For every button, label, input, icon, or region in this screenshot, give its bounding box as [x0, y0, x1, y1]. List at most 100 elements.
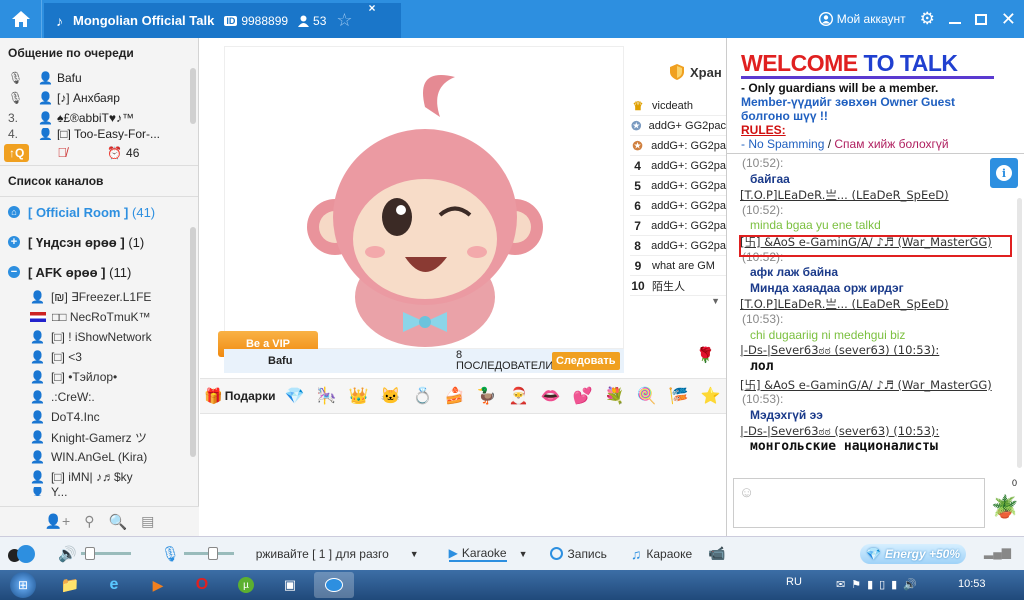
- dropdown-arrow-icon[interactable]: ▼: [410, 549, 419, 559]
- add-user-icon[interactable]: 👤+: [45, 513, 71, 530]
- channel-user[interactable]: 👤 Knight-Gamerz ツ: [0, 427, 198, 447]
- speaker-icon[interactable]: 🔊: [58, 545, 77, 563]
- list-icon[interactable]: ▤: [141, 513, 154, 530]
- gift-ring-icon[interactable]: 💍: [410, 383, 436, 409]
- queue-item[interactable]: 🎙 👤 Bafu: [0, 68, 198, 88]
- channel-user[interactable]: □□ NecRoTmuK™: [0, 307, 198, 327]
- channel-user[interactable]: 👤 [₪] ∃Freezer.L1FE: [0, 287, 198, 307]
- account-button[interactable]: Мой аккаунт: [818, 12, 906, 26]
- tray-icons: ✉⚑▮▯▮🔊: [836, 579, 923, 591]
- ranking-dropdown-icon[interactable]: ▼: [630, 296, 726, 306]
- close-window-icon[interactable]: ✕: [1001, 9, 1016, 30]
- media-player-task[interactable]: ▶: [138, 572, 178, 598]
- rank-item[interactable]: 4 addG+: GG2pa: [630, 156, 726, 176]
- chat-input[interactable]: ☺: [733, 478, 985, 528]
- rank-item[interactable]: 8 addG+: GG2pa: [630, 236, 726, 256]
- chat-scrollbar[interactable]: [1017, 198, 1022, 468]
- chat-bubble-icon[interactable]: [8, 543, 40, 565]
- talk-task[interactable]: [314, 572, 354, 598]
- gift-lucky-cat-icon[interactable]: 🐱: [378, 383, 404, 409]
- rank-item[interactable]: 9 what are GM: [630, 256, 726, 276]
- video-area[interactable]: [224, 46, 624, 349]
- rank-item[interactable]: ♛ vicdeath: [630, 96, 726, 116]
- channel-main-room[interactable]: + [ Үндсэн өрөө ] (1): [0, 227, 198, 257]
- opera-task[interactable]: O: [182, 572, 222, 598]
- karaoke-button[interactable]: ♫ Караоке: [631, 546, 692, 562]
- language-indicator[interactable]: RU: [786, 576, 802, 588]
- video-camera-icon[interactable]: 📹: [708, 545, 725, 562]
- queue-item[interactable]: 3. 👤 ♠£®abbiT♥♪™: [0, 108, 198, 128]
- mic-muted-icon[interactable]: 🎙̸: [57, 145, 67, 160]
- start-button[interactable]: ⊞: [0, 570, 46, 600]
- channel-user[interactable]: 👤 Y...: [0, 487, 198, 496]
- collapse-minus-icon[interactable]: −: [8, 266, 20, 278]
- record-icon: [549, 547, 563, 560]
- rank-item[interactable]: 6 addG+: GG2pa: [630, 196, 726, 216]
- channel-user[interactable]: 👤 [□] <3: [0, 347, 198, 367]
- gift-diamond-icon[interactable]: 💎: [282, 383, 308, 409]
- gear-icon[interactable]: ⚙: [920, 9, 935, 29]
- gift-hearts-icon[interactable]: 💕: [570, 383, 596, 409]
- app-task[interactable]: ▣: [270, 572, 310, 598]
- channel-user[interactable]: 👤 DoT4.Inc: [0, 407, 198, 427]
- close-tab-icon[interactable]: ×: [369, 1, 376, 15]
- gift-lips-icon[interactable]: 👄: [538, 383, 564, 409]
- clock[interactable]: 10:53: [958, 578, 986, 590]
- expand-plus-icon[interactable]: +: [8, 236, 20, 248]
- flower-gift[interactable]: 0 🪴: [989, 478, 1019, 528]
- maximize-icon[interactable]: [974, 13, 987, 25]
- rank-item[interactable]: 10 陌生人: [630, 276, 726, 296]
- emoji-icon[interactable]: ☺: [739, 484, 754, 501]
- channel-official-room[interactable]: ⌂ [ Official Room ] (41): [0, 197, 198, 227]
- queue-item[interactable]: 4. 👤 [□] Too-Easy-For-...: [0, 128, 198, 140]
- channel-user[interactable]: 👤 .:CreW:.: [0, 387, 198, 407]
- room-tab[interactable]: ♪ Mongolian Official Talk ID 9988899 53 …: [44, 1, 401, 38]
- chat-message-name[interactable]: [T.O.P]LEaDeR.亗... (LEaDeR_SpEeD): [740, 296, 1024, 312]
- channel-user[interactable]: 👤 [□] •Тэйлор•: [0, 367, 198, 387]
- gift-duck-icon[interactable]: 🦆: [474, 383, 500, 409]
- performer-name[interactable]: Bafu: [268, 355, 456, 367]
- rank-item[interactable]: 7 addG+: GG2pa: [630, 216, 726, 236]
- chat-message-name[interactable]: |-Ds-|Sever63ಠಠ (sever63) (10:53):: [740, 424, 1024, 440]
- follow-button[interactable]: Следовать: [552, 352, 620, 370]
- gift-santa-icon[interactable]: 🎅: [506, 383, 532, 409]
- mic-volume-slider[interactable]: [183, 547, 234, 560]
- explorer-task[interactable]: 📁: [50, 572, 90, 598]
- gift-banner-icon[interactable]: 🎏: [666, 383, 692, 409]
- gift-carousel-icon[interactable]: 🎠: [314, 383, 340, 409]
- energy-badge[interactable]: 💎 Energy +50%: [860, 544, 966, 564]
- search-icon[interactable]: 🔍: [108, 513, 127, 531]
- chat-message-name[interactable]: [卐] &AoS e-GaminG/A/ ♪♬ (War_MasterGG): [740, 377, 1024, 393]
- microphone-icon[interactable]: 🎙: [161, 545, 180, 563]
- channel-afk-room[interactable]: − [ AFK өрөө ] (11): [0, 257, 198, 287]
- channel-user[interactable]: 👤 [□] ! iShowNetwork: [0, 327, 198, 347]
- gift-star-icon[interactable]: ⭐: [698, 383, 724, 409]
- channel-scrollbar[interactable]: [190, 227, 196, 457]
- channel-user[interactable]: 👤 WIN.AnGeL (Kira): [0, 447, 198, 467]
- speaker-volume-slider[interactable]: [80, 547, 131, 560]
- torrent-task[interactable]: µ: [226, 572, 266, 598]
- join-queue-button[interactable]: ↑Q: [4, 143, 30, 162]
- home-button[interactable]: [0, 0, 42, 38]
- rose-icon[interactable]: 🌹: [696, 346, 715, 364]
- gift-candy-icon[interactable]: 🍭: [634, 383, 660, 409]
- karaoke-tab[interactable]: ▶ Karaoke: [448, 546, 507, 562]
- chat-message-name[interactable]: |-Ds-|Sever63ಠಠ (sever63) (10:53):: [740, 343, 1024, 359]
- minimize-icon[interactable]: [948, 22, 961, 24]
- favorite-star-icon[interactable]: ☆: [336, 10, 352, 31]
- gift-flowers-icon[interactable]: 💐: [602, 383, 628, 409]
- record-button[interactable]: Запись: [549, 547, 607, 561]
- channel-user[interactable]: 👤 [□] iMN| ♪♬$ky: [0, 467, 198, 487]
- rank-item[interactable]: ✪ addG+ GG2pac: [630, 116, 726, 136]
- chat-message-name[interactable]: [T.O.P]LEaDeR.亗... (LEaDeR_SpEeD): [740, 187, 1024, 203]
- queue-scrollbar[interactable]: [190, 68, 196, 124]
- karaoke-dropdown-icon[interactable]: ▼: [519, 549, 528, 559]
- gift-crown-icon[interactable]: 👑: [346, 383, 372, 409]
- ie-task[interactable]: e: [94, 572, 134, 598]
- location-icon[interactable]: ⚲: [84, 513, 94, 530]
- gift-cake-icon[interactable]: 🍰: [442, 383, 468, 409]
- queue-item[interactable]: 🎙 👤 [♪] Анхбаяр: [0, 88, 198, 108]
- rank-item[interactable]: ✪ addG+: GG2pa: [630, 136, 726, 156]
- rank-item[interactable]: 5 addG+: GG2pa: [630, 176, 726, 196]
- info-button[interactable]: i: [990, 158, 1018, 188]
